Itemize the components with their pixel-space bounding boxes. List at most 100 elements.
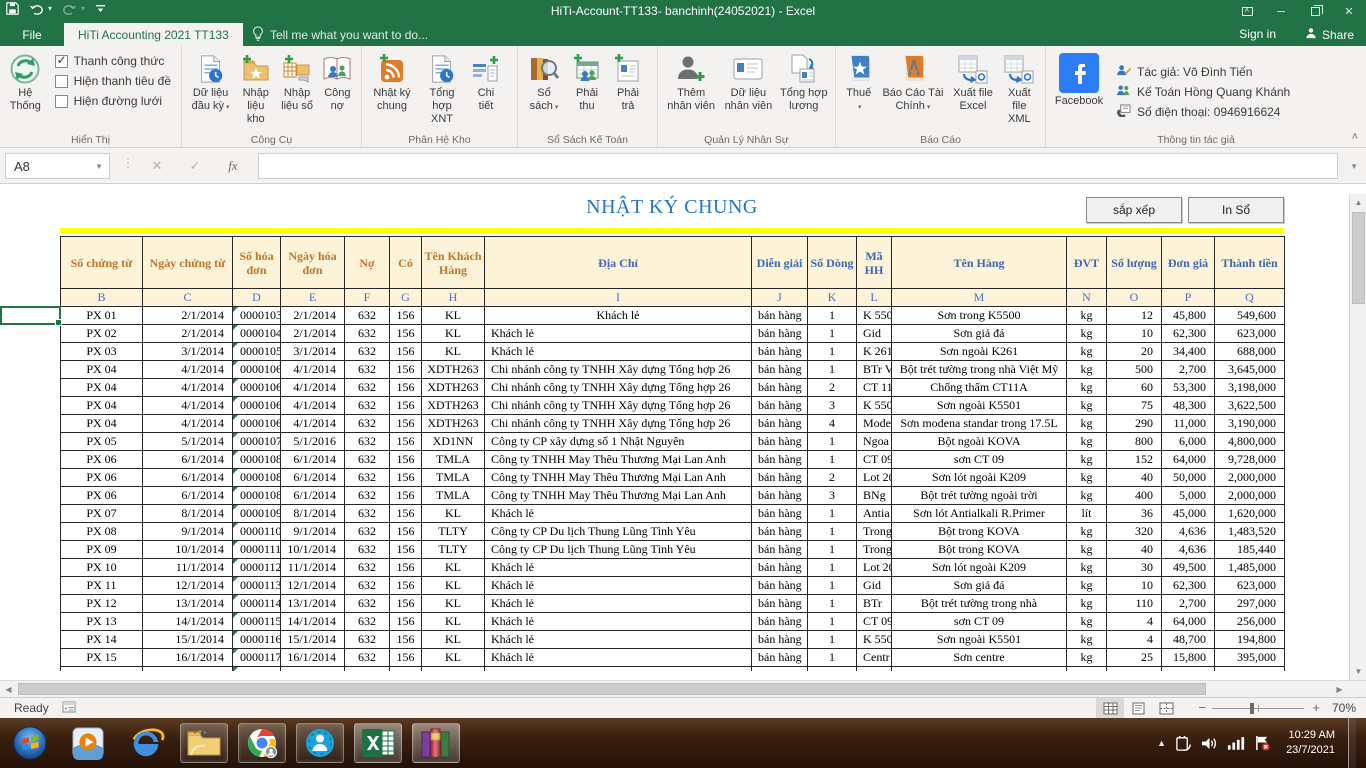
cell-H15[interactable]: XD1NN: [422, 433, 485, 451]
cell-F18[interactable]: 632: [345, 487, 390, 505]
cell-B10[interactable]: PX 03: [61, 343, 143, 361]
enter-icon[interactable]: ✓: [176, 158, 214, 174]
cell-P22[interactable]: 49,500: [1162, 559, 1215, 577]
cell-G24[interactable]: 156: [390, 595, 422, 613]
cell-G13[interactable]: 156: [390, 397, 422, 415]
cell-K15[interactable]: 1: [808, 433, 857, 451]
cell-C12[interactable]: 4/1/2014: [143, 379, 233, 397]
zoom-out-icon[interactable]: −: [1198, 700, 1206, 715]
cell-M11[interactable]: Bột trét tường trong nhà Việt Mỹ: [892, 361, 1067, 379]
cell-Q14[interactable]: 3,190,000: [1215, 415, 1285, 433]
cell-I21[interactable]: Công ty CP Du lịch Thung Lũng Tình Yêu: [485, 541, 752, 559]
column-header-N[interactable]: ĐVT: [1067, 237, 1107, 289]
cell-H8[interactable]: KL: [422, 307, 485, 325]
thue-button[interactable]: Thuế▾: [840, 49, 877, 135]
cell-F26[interactable]: 632: [345, 631, 390, 649]
cell-O12[interactable]: 60: [1107, 379, 1162, 397]
column-header-Q[interactable]: Thành tiền: [1215, 237, 1285, 289]
cell-O17[interactable]: 40: [1107, 469, 1162, 487]
cell-F17[interactable]: 632: [345, 469, 390, 487]
checkbox-thanh-cong-thuc[interactable]: Thanh công thức: [55, 54, 171, 68]
cell-E23[interactable]: 12/1/2014: [281, 577, 345, 595]
cell-I23[interactable]: Khách lẻ: [485, 577, 752, 595]
cell-M12[interactable]: Chống thấm CT11A: [892, 379, 1067, 397]
cell-E27[interactable]: 16/1/2014: [281, 649, 345, 667]
cell-K27[interactable]: 1: [808, 649, 857, 667]
cell-E25[interactable]: 14/1/2014: [281, 613, 345, 631]
cell-K21[interactable]: 1: [808, 541, 857, 559]
cell-G18[interactable]: 156: [390, 487, 422, 505]
facebook-button[interactable]: Facebook: [1050, 49, 1108, 135]
cell-H26[interactable]: KL: [422, 631, 485, 649]
cell-L11[interactable]: BTr V: [857, 361, 892, 379]
cell-E11[interactable]: 4/1/2014: [281, 361, 345, 379]
cell-F19[interactable]: 632: [345, 505, 390, 523]
column-letter-O[interactable]: O: [1107, 289, 1162, 307]
formula-input[interactable]: [258, 153, 1338, 179]
cell-C17[interactable]: 6/1/2014: [143, 469, 233, 487]
checkbox-hien-thanh-tieu-de[interactable]: Hiện thanh tiêu đề: [55, 74, 171, 88]
cell-H22[interactable]: KL: [422, 559, 485, 577]
cell-O26[interactable]: 4: [1107, 631, 1162, 649]
cell-L17[interactable]: Lot 20: [857, 469, 892, 487]
cell-N19[interactable]: lít: [1067, 505, 1107, 523]
cell-E19[interactable]: 8/1/2014: [281, 505, 345, 523]
cell-B24[interactable]: PX 12: [61, 595, 143, 613]
cell-G17[interactable]: 156: [390, 469, 422, 487]
cell-O20[interactable]: 320: [1107, 523, 1162, 541]
column-letter-E[interactable]: E: [281, 289, 345, 307]
cell-E15[interactable]: 5/1/2016: [281, 433, 345, 451]
cell-I28[interactable]: [485, 667, 752, 671]
cell-N10[interactable]: kg: [1067, 343, 1107, 361]
cell-B27[interactable]: PX 15: [61, 649, 143, 667]
cell-E20[interactable]: 9/1/2014: [281, 523, 345, 541]
file-explorer-icon[interactable]: [180, 723, 228, 763]
cell-K13[interactable]: 3: [808, 397, 857, 415]
cell-C19[interactable]: 8/1/2014: [143, 505, 233, 523]
taskbar-clock[interactable]: 10:29 AM 23/7/2021: [1286, 728, 1335, 758]
cell-L25[interactable]: CT 09: [857, 613, 892, 631]
cell-G10[interactable]: 156: [390, 343, 422, 361]
vertical-scrollbar[interactable]: ▲ ▼: [1349, 194, 1366, 680]
cell-F9[interactable]: 632: [345, 325, 390, 343]
cell-K28[interactable]: [808, 667, 857, 671]
cell-L24[interactable]: BTr: [857, 595, 892, 613]
cell-P19[interactable]: 45,000: [1162, 505, 1215, 523]
zoom-slider[interactable]: [1212, 708, 1304, 709]
cell-I15[interactable]: Công ty CP xây dựng số 1 Nhật Nguyên: [485, 433, 752, 451]
cell-F15[interactable]: 632: [345, 433, 390, 451]
cell-F14[interactable]: 632: [345, 415, 390, 433]
cell-F22[interactable]: 632: [345, 559, 390, 577]
cell-I8[interactable]: Khách lẻ: [485, 307, 752, 325]
vertical-scroll-thumb[interactable]: [1352, 212, 1365, 304]
cell-B19[interactable]: PX 07: [61, 505, 143, 523]
cell-C22[interactable]: 11/1/2014: [143, 559, 233, 577]
cell-P25[interactable]: 64,000: [1162, 613, 1215, 631]
horizontal-scroll-thumb[interactable]: [18, 683, 1206, 695]
cell-J27[interactable]: bán hàng: [752, 649, 808, 667]
cell-I19[interactable]: Khách lẻ: [485, 505, 752, 523]
ribbon-display-options-button[interactable]: [1230, 0, 1264, 23]
cong-no-button[interactable]: Công nợ: [318, 49, 357, 135]
cell-E14[interactable]: 4/1/2014: [281, 415, 345, 433]
phai-tra-button[interactable]: Phải trả: [608, 49, 648, 135]
cell-P14[interactable]: 11,000: [1162, 415, 1215, 433]
cell-H20[interactable]: TLTY: [422, 523, 485, 541]
cell-L16[interactable]: CT 09: [857, 451, 892, 469]
cell-C15[interactable]: 5/1/2014: [143, 433, 233, 451]
cell-O10[interactable]: 20: [1107, 343, 1162, 361]
cell-G9[interactable]: 156: [390, 325, 422, 343]
cell-N18[interactable]: kg: [1067, 487, 1107, 505]
cell-K26[interactable]: 1: [808, 631, 857, 649]
cell-D14[interactable]: 0000106: [233, 415, 281, 433]
scroll-left-arrow[interactable]: ◀: [0, 681, 17, 697]
cell-H23[interactable]: KL: [422, 577, 485, 595]
cell-J24[interactable]: bán hàng: [752, 595, 808, 613]
tell-me-box[interactable]: Tell me what you want to do...: [252, 23, 428, 46]
media-player-icon[interactable]: [64, 723, 112, 763]
cell-D17[interactable]: 0000108: [233, 469, 281, 487]
cell-N8[interactable]: kg: [1067, 307, 1107, 325]
cell-K11[interactable]: 1: [808, 361, 857, 379]
column-header-H[interactable]: Tên Khách Hàng: [422, 237, 485, 289]
cell-P24[interactable]: 2,700: [1162, 595, 1215, 613]
